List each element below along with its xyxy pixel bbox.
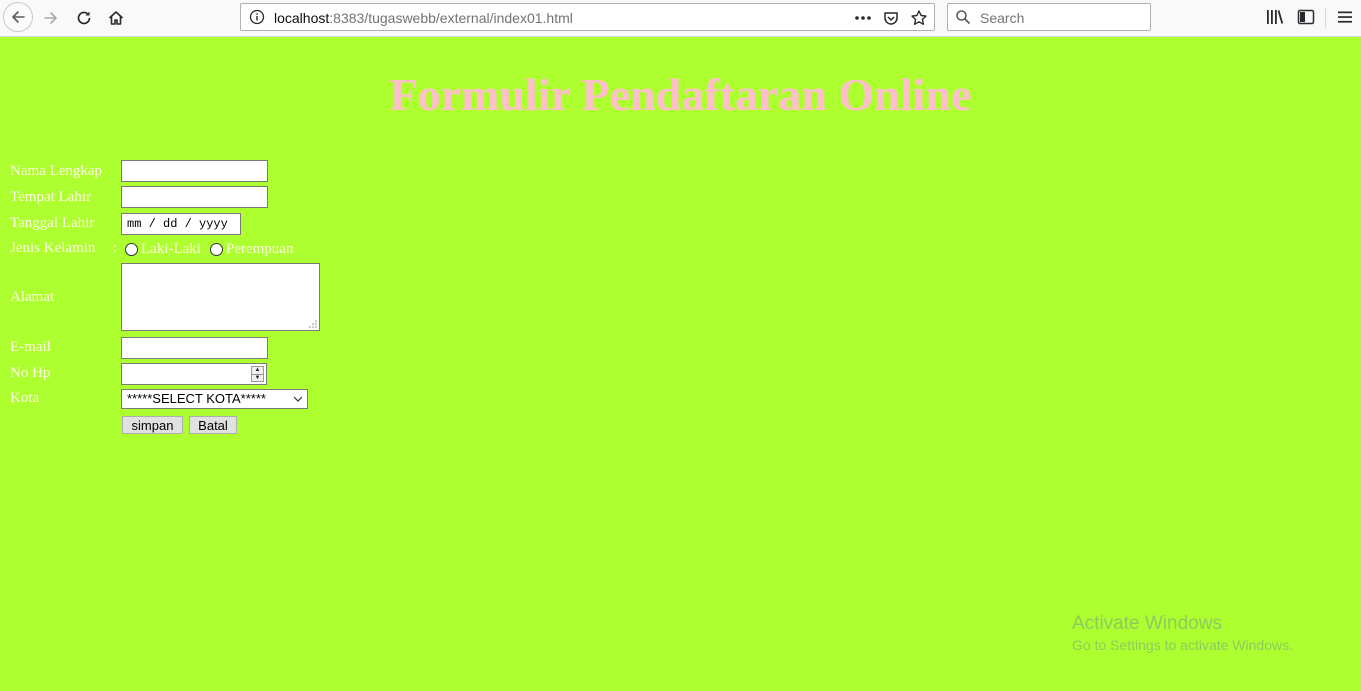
- spin-down-icon[interactable]: ▼: [252, 373, 263, 382]
- page-actions-icon[interactable]: [852, 8, 874, 28]
- number-spinner[interactable]: ▲ ▼: [251, 366, 264, 382]
- back-button[interactable]: [3, 2, 33, 32]
- info-icon[interactable]: [249, 9, 265, 25]
- tanggal-label: Tanggal Lahir: [10, 215, 95, 231]
- simpan-button[interactable]: simpan: [122, 416, 183, 434]
- email-input[interactable]: [121, 337, 268, 359]
- library-icon: [1267, 10, 1284, 24]
- url-path: :8383/tugaswebb/external/index01.html: [329, 10, 573, 26]
- watermark-title: Activate Windows: [1072, 613, 1222, 634]
- reload-button[interactable]: [69, 3, 99, 33]
- nohp-label: No Hp: [10, 365, 51, 381]
- menu-button[interactable]: [1333, 6, 1357, 28]
- url-host: localhost: [274, 10, 330, 26]
- url-text[interactable]: localhost:8383/tugaswebb/external/index0…: [274, 10, 573, 26]
- chevron-down-icon: [293, 396, 303, 402]
- tempat-label: Tempat Lahir: [10, 189, 91, 205]
- email-label: E-mail: [10, 339, 51, 355]
- back-arrow-icon: [12, 11, 25, 23]
- activate-windows-watermark: Activate Windows Go to Settings to activ…: [1072, 613, 1293, 653]
- batal-button[interactable]: Batal: [189, 416, 237, 434]
- url-bar[interactable]: localhost:8383/tugaswebb/external/index0…: [240, 3, 935, 31]
- perempuan-label: Perempuan: [225, 241, 294, 257]
- forward-button[interactable]: [36, 3, 66, 33]
- nama-label: Nama Lengkap: [10, 163, 103, 179]
- bookmark-star-icon[interactable]: [908, 8, 930, 28]
- pocket-icon[interactable]: [880, 8, 902, 28]
- sidebar-icon: [1297, 9, 1315, 25]
- kota-select[interactable]: *****SELECT KOTA*****: [121, 389, 308, 409]
- hamburger-menu-icon: [1338, 11, 1352, 23]
- alamat-textarea[interactable]: [121, 263, 320, 331]
- jenis-colon: :: [113, 240, 118, 256]
- resize-grip-icon[interactable]: [309, 320, 317, 328]
- gender-radio-group: Laki-Laki Perempuan: [125, 241, 293, 258]
- page-title: Formulir Pendaftaran Online: [389, 69, 972, 120]
- library-button[interactable]: [1263, 6, 1287, 28]
- tempat-input[interactable]: [121, 186, 268, 208]
- watermark-subtitle: Go to Settings to activate Windows.: [1072, 637, 1293, 653]
- jenis-label: Jenis Kelamin: [10, 240, 96, 256]
- search-icon: [956, 10, 971, 25]
- search-input[interactable]: [978, 8, 1147, 28]
- alamat-label: Alamat: [10, 289, 55, 305]
- radio-laki-laki[interactable]: [125, 243, 138, 256]
- url-actions: [852, 8, 930, 28]
- radio-perempuan[interactable]: [209, 243, 223, 256]
- kota-label: Kota: [10, 390, 40, 406]
- home-icon: [108, 11, 124, 25]
- browser-toolbar: localhost:8383/tugaswebb/external/index0…: [0, 0, 1361, 37]
- nohp-input[interactable]: ▲ ▼: [121, 363, 267, 385]
- search-bar[interactable]: [947, 3, 1151, 31]
- laki-laki-label: Laki-Laki: [141, 241, 201, 257]
- forward-arrow-icon: [44, 12, 57, 24]
- toolbar-separator: [1325, 8, 1326, 28]
- kota-selected-value: *****SELECT KOTA*****: [127, 391, 266, 406]
- tanggal-input[interactable]: mm / dd / yyyy: [121, 213, 241, 235]
- home-button[interactable]: [101, 3, 131, 33]
- sidebar-toggle-button[interactable]: [1294, 6, 1318, 28]
- nama-input[interactable]: [121, 160, 268, 182]
- reload-icon: [77, 11, 91, 25]
